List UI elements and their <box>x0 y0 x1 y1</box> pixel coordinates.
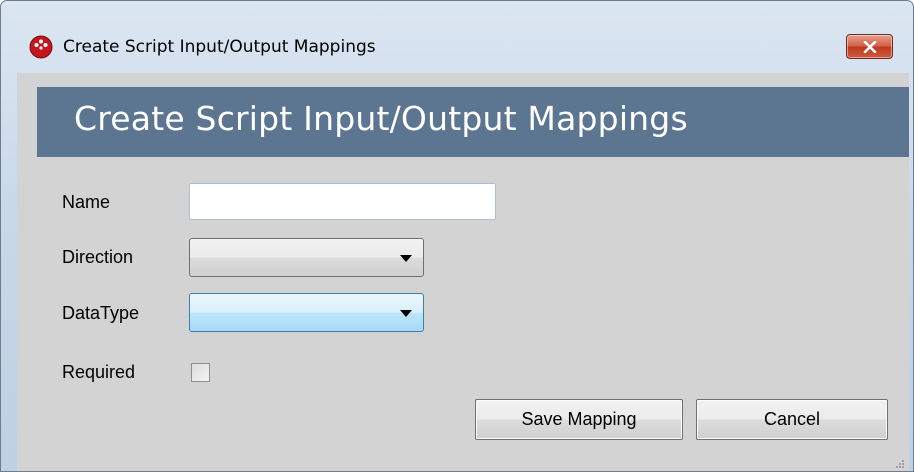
save-mapping-button[interactable]: Save Mapping <box>475 399 683 440</box>
close-icon <box>863 40 876 53</box>
required-label: Required <box>62 362 136 382</box>
app-icon <box>29 35 53 59</box>
chevron-down-icon <box>400 255 412 262</box>
name-input[interactable] <box>189 183 496 220</box>
datatype-label: DataType <box>62 303 140 323</box>
cancel-button[interactable]: Cancel <box>696 399 888 440</box>
chevron-down-icon <box>400 310 412 317</box>
dialog-window: Create Script Input/Output Mappings Crea… <box>0 0 914 472</box>
required-checkbox[interactable] <box>191 363 210 382</box>
close-button[interactable] <box>846 34 893 59</box>
direction-label: Direction <box>62 247 134 267</box>
header-banner: Create Script Input/Output Mappings <box>37 87 909 157</box>
dialog-client-area: Create Script Input/Output Mappings Name… <box>17 73 909 471</box>
name-label: Name <box>62 192 111 212</box>
page-title: Create Script Input/Output Mappings <box>74 99 688 138</box>
direction-dropdown[interactable] <box>189 238 424 277</box>
window-title: Create Script Input/Output Mappings <box>63 37 376 57</box>
datatype-dropdown[interactable] <box>189 293 424 332</box>
resize-grip-icon[interactable] <box>895 459 905 469</box>
title-bar[interactable] <box>1 1 913 39</box>
